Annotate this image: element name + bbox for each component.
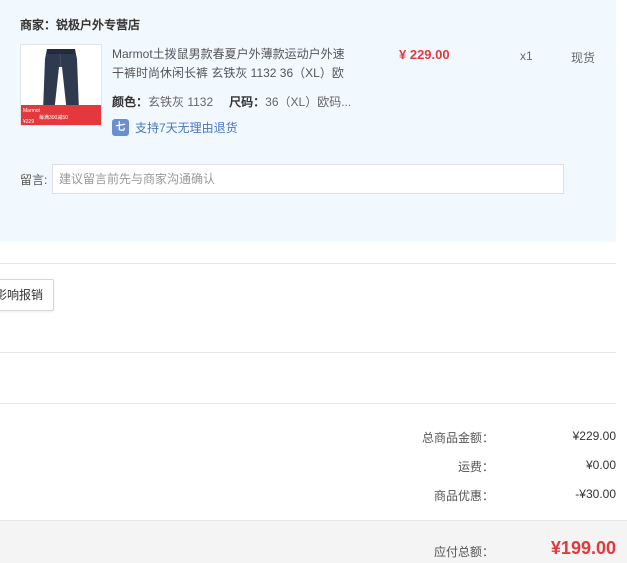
payable-total-bar: 应付总额： ¥199.00 [0,520,627,563]
return-policy-text: 支持7天无理由退货 [135,121,238,135]
shipping-value: ¥0.00 [585,458,616,472]
order-item-panel: 商家：锐极户外专营店 Marmot 每满300减50 ¥229 Marmot土拨… [0,0,616,242]
thumb-promo: 每满300减50 [39,114,68,121]
color-label: 颜色： [112,95,149,109]
goods-total-value: ¥229.00 [572,429,616,443]
discount-label: 商品优惠： [433,489,494,503]
discount-value: -¥30.00 [575,487,616,501]
summary-discount: 商品优惠： -¥30.00 [316,487,616,507]
shop-name-value[interactable]: 锐极户外专营店 [56,18,140,32]
note-label: 留言: [20,173,48,187]
return-policy-link[interactable]: 七 支持7天无理由退货 [112,119,238,136]
divider [0,263,616,264]
invoice-button[interactable]: 影响报销 [0,279,54,311]
thumb-brand: Marmot [23,108,41,114]
payable-total-value: ¥199.00 [550,538,616,558]
summary-shipping: 运费： ¥0.00 [316,458,616,478]
color-value: 玄铁灰 1132 [148,95,214,109]
product-attributes: 颜色：玄铁灰 1132 尺码：36（XL）欧码... [112,93,351,110]
divider [0,352,616,353]
goods-total-label: 总商品金额： [421,431,494,445]
return-7day-icon: 七 [112,119,129,136]
payable-total-label: 应付总额： [433,545,494,559]
size-value: 36（XL）欧码... [265,95,352,109]
shop-name: 商家：锐极户外专营店 [20,16,140,33]
thumb-price: ¥229 [23,119,34,125]
summary-goods-total: 总商品金额： ¥229.00 [316,429,616,449]
product-title-link[interactable]: Marmot土拨鼠男款春夏户外薄款运动户外速干裤时尚休闲长裤 玄铁灰 1132 … [112,45,352,83]
shipping-label: 运费： [457,460,494,474]
note-input[interactable] [52,164,564,194]
size-label: 尺码： [229,95,266,109]
product-quantity: x1 [520,49,533,63]
shop-name-label: 商家： [20,18,57,32]
product-price: ¥ 229.00 [399,47,450,62]
pants-image: Marmot 每满300减50 ¥229 [21,45,101,125]
divider [0,403,616,404]
stock-status: 现货 [571,51,596,65]
product-thumbnail[interactable]: Marmot 每满300减50 ¥229 [20,44,102,126]
